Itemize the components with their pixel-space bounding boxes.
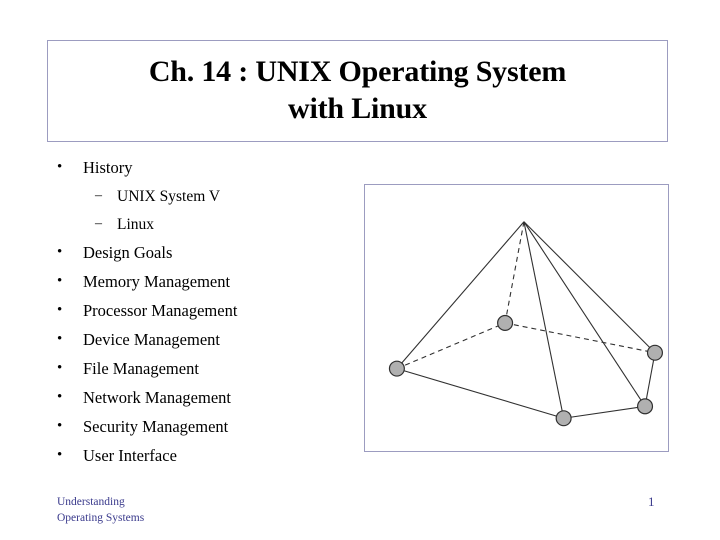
bullet-label: Security Management — [83, 417, 229, 436]
diagram-panel — [364, 184, 669, 452]
bullet-item: – UNIX System V — [57, 189, 357, 217]
bullet-item: • History — [57, 158, 357, 189]
diagram-edge-right-lower-to-right-upper — [644, 352, 656, 407]
bullet-label: Design Goals — [83, 243, 173, 262]
diagram-edge-apex-to-back-center — [504, 221, 525, 324]
bullet-dot-icon: • — [57, 244, 63, 260]
bullet-dot-icon: • — [57, 331, 63, 347]
bullet-item: • Device Management — [57, 330, 357, 361]
diagram-edge-left-to-bottom — [396, 368, 564, 419]
bullet-label: User Interface — [83, 446, 177, 465]
diagram-edge-back-center-to-right-upper — [504, 322, 656, 354]
bullet-item: • Design Goals — [57, 243, 357, 274]
diagram-node-left — [388, 360, 405, 377]
diagram-node-right-lower — [636, 398, 654, 415]
bullet-dot-icon: • — [57, 273, 63, 289]
bullet-item: – Linux — [57, 217, 357, 245]
bullet-dot-icon: • — [57, 389, 63, 405]
bullet-dot-icon: • — [57, 447, 63, 463]
bullet-dot-icon: • — [57, 360, 63, 376]
bullet-dot-icon: • — [57, 302, 63, 318]
presentation-slide: Ch. 14 : UNIX Operating System with Linu… — [0, 0, 720, 540]
diagram-edge-layer — [396, 221, 656, 419]
bullet-label: File Management — [83, 359, 199, 378]
bullet-item: • Security Management — [57, 417, 357, 448]
diagram-node-back-center — [497, 314, 514, 332]
bullet-item: • Memory Management — [57, 272, 357, 303]
bullet-label: Device Management — [83, 330, 220, 349]
diagram-edge-left-to-back-center — [396, 322, 506, 370]
diagram-edge-apex-to-left — [396, 221, 525, 369]
bullet-label: History — [83, 158, 133, 177]
footer-source-text: Understanding Operating Systems — [57, 496, 145, 525]
bullet-label: Linux — [117, 216, 155, 233]
slide-bullet-list: • History – UNIX System V – Linux • Design Goal… — [57, 158, 357, 477]
bullet-item: • File Management — [57, 359, 357, 390]
wireframe-pyramid-diagram — [388, 221, 663, 427]
bullet-item: • User Interface — [57, 446, 357, 477]
slide-title: Ch. 14 : UNIX Operating System with Linu… — [148, 55, 567, 125]
slide-page-number: 1 — [648, 494, 655, 509]
bullet-label: Memory Management — [83, 272, 231, 291]
diagram-node-right-upper — [646, 344, 663, 361]
bullet-label: Processor Management — [83, 301, 238, 320]
bullet-label: Network Management — [83, 388, 231, 407]
diagram-node-bottom — [555, 410, 572, 427]
bullet-label: UNIX System V — [117, 188, 221, 205]
diagram-edge-bottom-to-right-lower — [563, 405, 646, 419]
bullet-dash-icon: – — [95, 216, 102, 231]
bullet-item: • Network Management — [57, 388, 357, 419]
slide-title-box: Ch. 14 : UNIX Operating System with Linu… — [47, 40, 668, 142]
diagram-edge-apex-to-right-upper — [523, 221, 656, 354]
bullet-dash-icon: – — [95, 188, 102, 203]
bullet-item: • Processor Management — [57, 301, 357, 332]
bullet-dot-icon: • — [57, 159, 63, 175]
bullet-dot-icon: • — [57, 418, 63, 434]
